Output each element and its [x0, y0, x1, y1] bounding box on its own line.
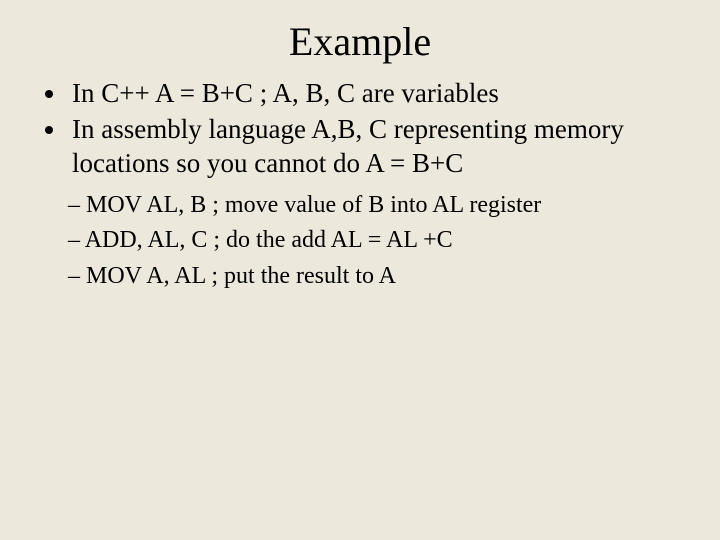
- bullet-item: In assembly language A,B, C representing…: [68, 113, 680, 181]
- sub-bullet-item: ADD, AL, C ; do the add AL = AL +C: [68, 225, 680, 256]
- slide: Example In C++ A = B+C ; A, B, C are var…: [0, 0, 720, 540]
- sub-bullet-item: MOV A, AL ; put the result to A: [68, 261, 680, 292]
- main-bullet-list: In C++ A = B+C ; A, B, C are variables I…: [68, 77, 680, 180]
- slide-title: Example: [40, 18, 680, 65]
- sub-bullet-item: MOV AL, B ; move value of B into AL regi…: [68, 190, 680, 221]
- sub-bullet-list: MOV AL, B ; move value of B into AL regi…: [68, 190, 680, 292]
- bullet-item: In C++ A = B+C ; A, B, C are variables: [68, 77, 680, 111]
